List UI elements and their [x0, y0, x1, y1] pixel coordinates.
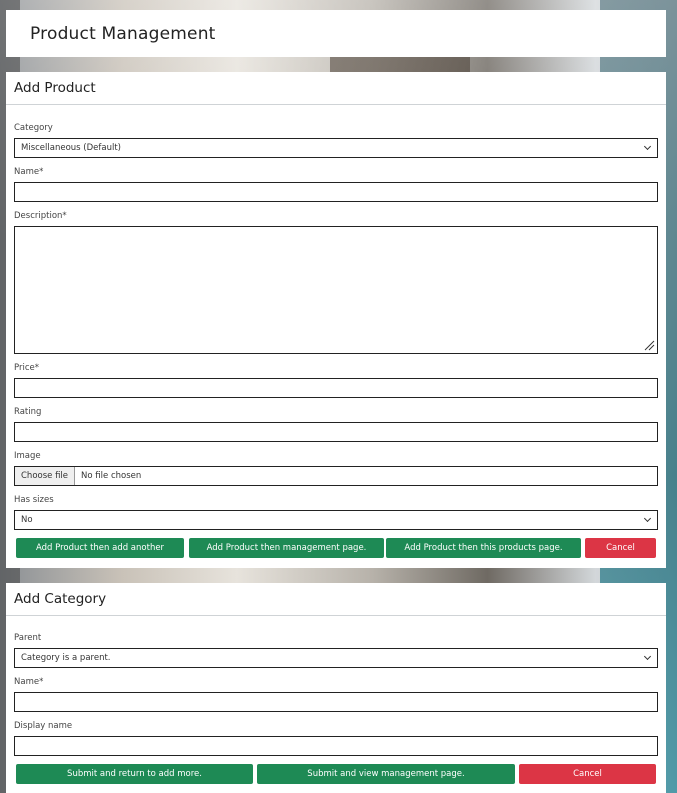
has-sizes-value: No	[21, 515, 33, 525]
file-status: No file chosen	[81, 471, 142, 481]
chevron-down-icon	[643, 514, 652, 523]
image-label: Image	[14, 451, 41, 461]
product-name-label: Name*	[14, 167, 44, 177]
price-label: Price*	[14, 363, 39, 373]
description-textarea[interactable]	[14, 226, 658, 354]
add-product-then-add-another-button[interactable]: Add Product then add another	[16, 538, 184, 558]
add-product-then-management-button[interactable]: Add Product then management page.	[189, 538, 384, 558]
add-product-cancel-button[interactable]: Cancel	[585, 538, 656, 558]
has-sizes-select[interactable]: No	[14, 510, 658, 530]
add-product-title: Add Product	[6, 72, 666, 105]
image-file-input[interactable]: Choose file No file chosen	[14, 466, 658, 486]
page-header: Product Management	[6, 10, 666, 57]
has-sizes-label: Has sizes	[14, 495, 54, 505]
rating-input[interactable]	[14, 422, 658, 442]
submit-view-management-button[interactable]: Submit and view management page.	[257, 764, 515, 784]
category-select-value: Miscellaneous (Default)	[21, 143, 121, 153]
add-category-cancel-button[interactable]: Cancel	[519, 764, 656, 784]
choose-file-button[interactable]: Choose file	[15, 467, 76, 485]
submit-add-more-button[interactable]: Submit and return to add more.	[16, 764, 253, 784]
resize-grip-icon[interactable]	[644, 340, 655, 351]
add-category-title: Add Category	[6, 583, 666, 616]
display-name-label: Display name	[14, 721, 73, 731]
add-category-card: Add Category Parent Category is a parent…	[6, 583, 666, 793]
chevron-down-icon	[643, 652, 652, 661]
category-select[interactable]: Miscellaneous (Default)	[14, 138, 658, 158]
category-name-label: Name*	[14, 677, 44, 687]
add-product-then-product-page-button[interactable]: Add Product then this products page.	[386, 538, 581, 558]
product-name-input[interactable]	[14, 182, 658, 202]
parent-label: Parent	[14, 633, 42, 643]
rating-label: Rating	[14, 407, 42, 417]
add-product-card: Add Product Category Miscellaneous (Defa…	[6, 72, 666, 568]
chevron-down-icon	[643, 142, 652, 151]
parent-select[interactable]: Category is a parent.	[14, 648, 658, 668]
display-name-input[interactable]	[14, 736, 658, 756]
parent-select-value: Category is a parent.	[21, 653, 111, 663]
price-input[interactable]	[14, 378, 658, 398]
category-label: Category	[14, 123, 53, 133]
page-title: Product Management	[30, 23, 216, 44]
description-label: Description*	[14, 211, 67, 221]
category-name-input[interactable]	[14, 692, 658, 712]
